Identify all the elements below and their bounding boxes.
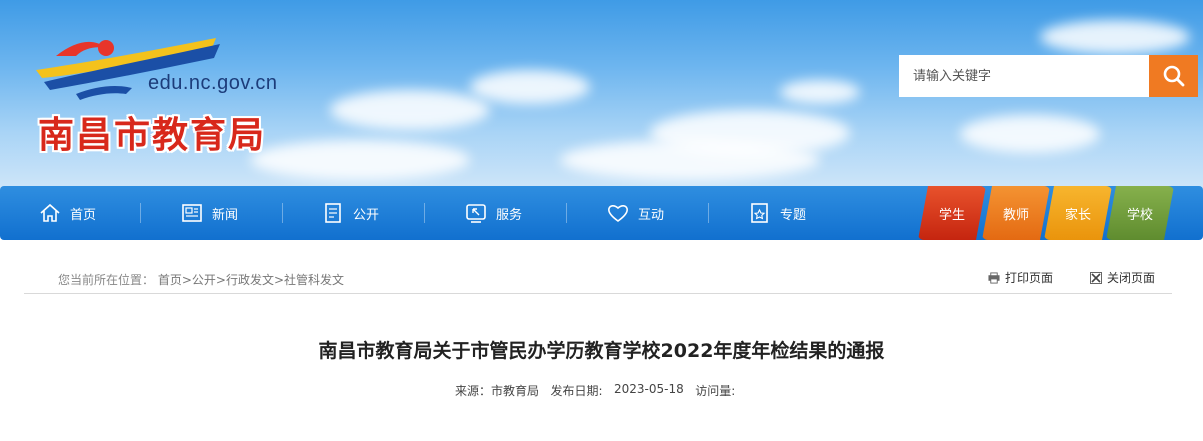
close-page-button[interactable]: 关闭页面: [1090, 269, 1155, 286]
breadcrumb: 您当前所在位置： 首页>公开>行政发文>社管科发文: [58, 271, 344, 288]
service-icon: [464, 201, 488, 225]
breadcrumb-path[interactable]: 首页>公开>行政发文>社管科发文: [158, 273, 344, 287]
document-icon: [321, 201, 345, 225]
heart-icon: [606, 201, 630, 225]
article-title: 南昌市教育局关于市管民办学历教育学校2022年度年检结果的通报: [318, 340, 885, 362]
star-doc-icon: [748, 201, 772, 225]
close-icon: [1090, 271, 1102, 284]
nav-label: 专题: [780, 207, 807, 223]
nav-news[interactable]: 新闻: [180, 186, 238, 240]
nav-topic[interactable]: 专题: [748, 186, 806, 240]
date-label: 发布日期:: [550, 384, 603, 398]
nav-divider: [140, 203, 141, 223]
source-label: 来源：: [455, 384, 492, 398]
nav-label: 公开: [353, 207, 380, 223]
site-logo[interactable]: edu.nc.gov.cn 南昌市教育局: [36, 34, 296, 156]
news-icon: [180, 201, 204, 225]
nav-divider: [566, 203, 567, 223]
search-icon: [1163, 65, 1184, 87]
role-tab-label: 教师: [1002, 207, 1029, 223]
nav-label: 互动: [638, 207, 665, 223]
role-tab-label: 家长: [1064, 207, 1091, 223]
nav-home[interactable]: 首页: [38, 186, 96, 240]
breadcrumb-prefix: 您当前所在位置：: [58, 273, 155, 287]
breadcrumb-bar: 您当前所在位置： 首页>公开>行政发文>社管科发文 打印页面 关闭页面: [24, 260, 1172, 294]
site-name: 南昌市教育局: [38, 115, 267, 156]
role-tab-parent[interactable]: 家长: [1044, 186, 1112, 240]
nav-label: 首页: [70, 207, 97, 223]
nav-label: 服务: [496, 207, 523, 223]
printer-icon: [988, 271, 1000, 284]
role-tab-label: 学生: [938, 207, 965, 223]
role-tab-student[interactable]: 学生: [918, 186, 986, 240]
close-page-label: 关闭页面: [1107, 271, 1156, 285]
role-tab-label: 学校: [1126, 207, 1153, 223]
nav-divider: [424, 203, 425, 223]
home-icon: [38, 201, 62, 225]
role-tab-teacher[interactable]: 教师: [982, 186, 1050, 240]
search-input[interactable]: [899, 55, 1149, 97]
nav-service[interactable]: 服务: [464, 186, 522, 240]
print-page-label: 打印页面: [1005, 271, 1054, 285]
source-value: 市教育局: [491, 384, 540, 398]
site-url: edu.nc.gov.cn: [148, 72, 278, 94]
role-tab-school[interactable]: 学校: [1106, 186, 1174, 240]
visits-label: 访问量:: [695, 384, 736, 398]
nav-interact[interactable]: 互动: [606, 186, 664, 240]
nav-divider: [282, 203, 283, 223]
print-page-button[interactable]: 打印页面: [988, 269, 1053, 286]
article-meta: 来源： 市教育局 发布日期: 2023-05-18 访问量:: [455, 382, 735, 399]
search-button[interactable]: [1149, 55, 1198, 97]
nav-label: 新闻: [212, 207, 239, 223]
nav-divider: [708, 203, 709, 223]
site-header: edu.nc.gov.cn 南昌市教育局: [0, 0, 1203, 190]
nav-public[interactable]: 公开: [321, 186, 379, 240]
date-value: 2023-05-18: [613, 382, 684, 396]
